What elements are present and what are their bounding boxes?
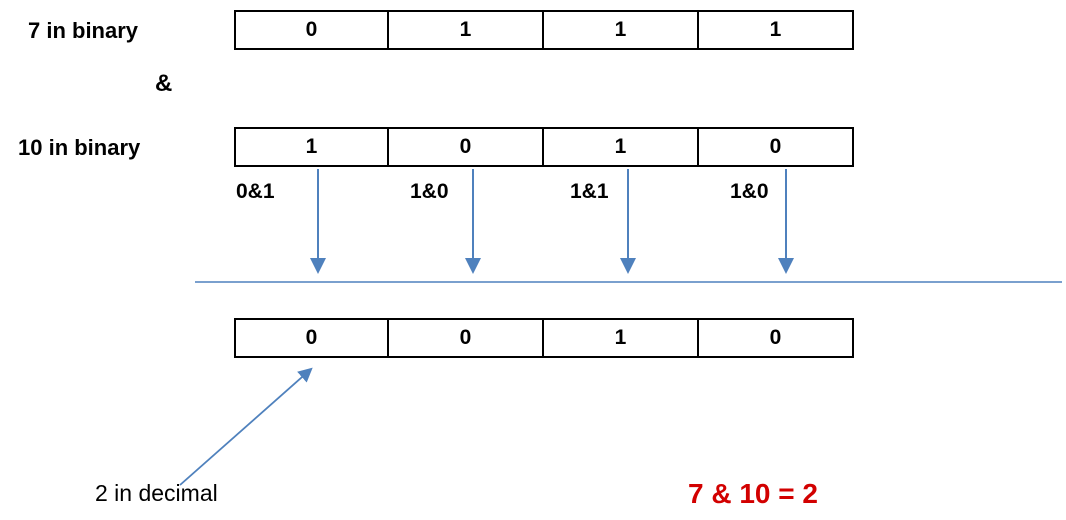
result-decimal-label: 2 in decimal bbox=[95, 480, 218, 507]
result-expression: 7 & 10 = 2 bbox=[688, 478, 818, 510]
bit-cell: 0 bbox=[234, 318, 389, 358]
bit-cell: 0 bbox=[389, 318, 544, 358]
result-pointer-arrow-icon bbox=[180, 370, 310, 485]
bit-cell: 1 bbox=[544, 318, 699, 358]
arrows-svg bbox=[0, 0, 1066, 520]
bit-cell: 0 bbox=[699, 318, 854, 358]
bitwise-and-diagram: 7 in binary 0 1 1 1 & 10 in binary 1 0 1… bbox=[0, 0, 1066, 520]
result-bits: 0 0 1 0 bbox=[234, 318, 854, 358]
